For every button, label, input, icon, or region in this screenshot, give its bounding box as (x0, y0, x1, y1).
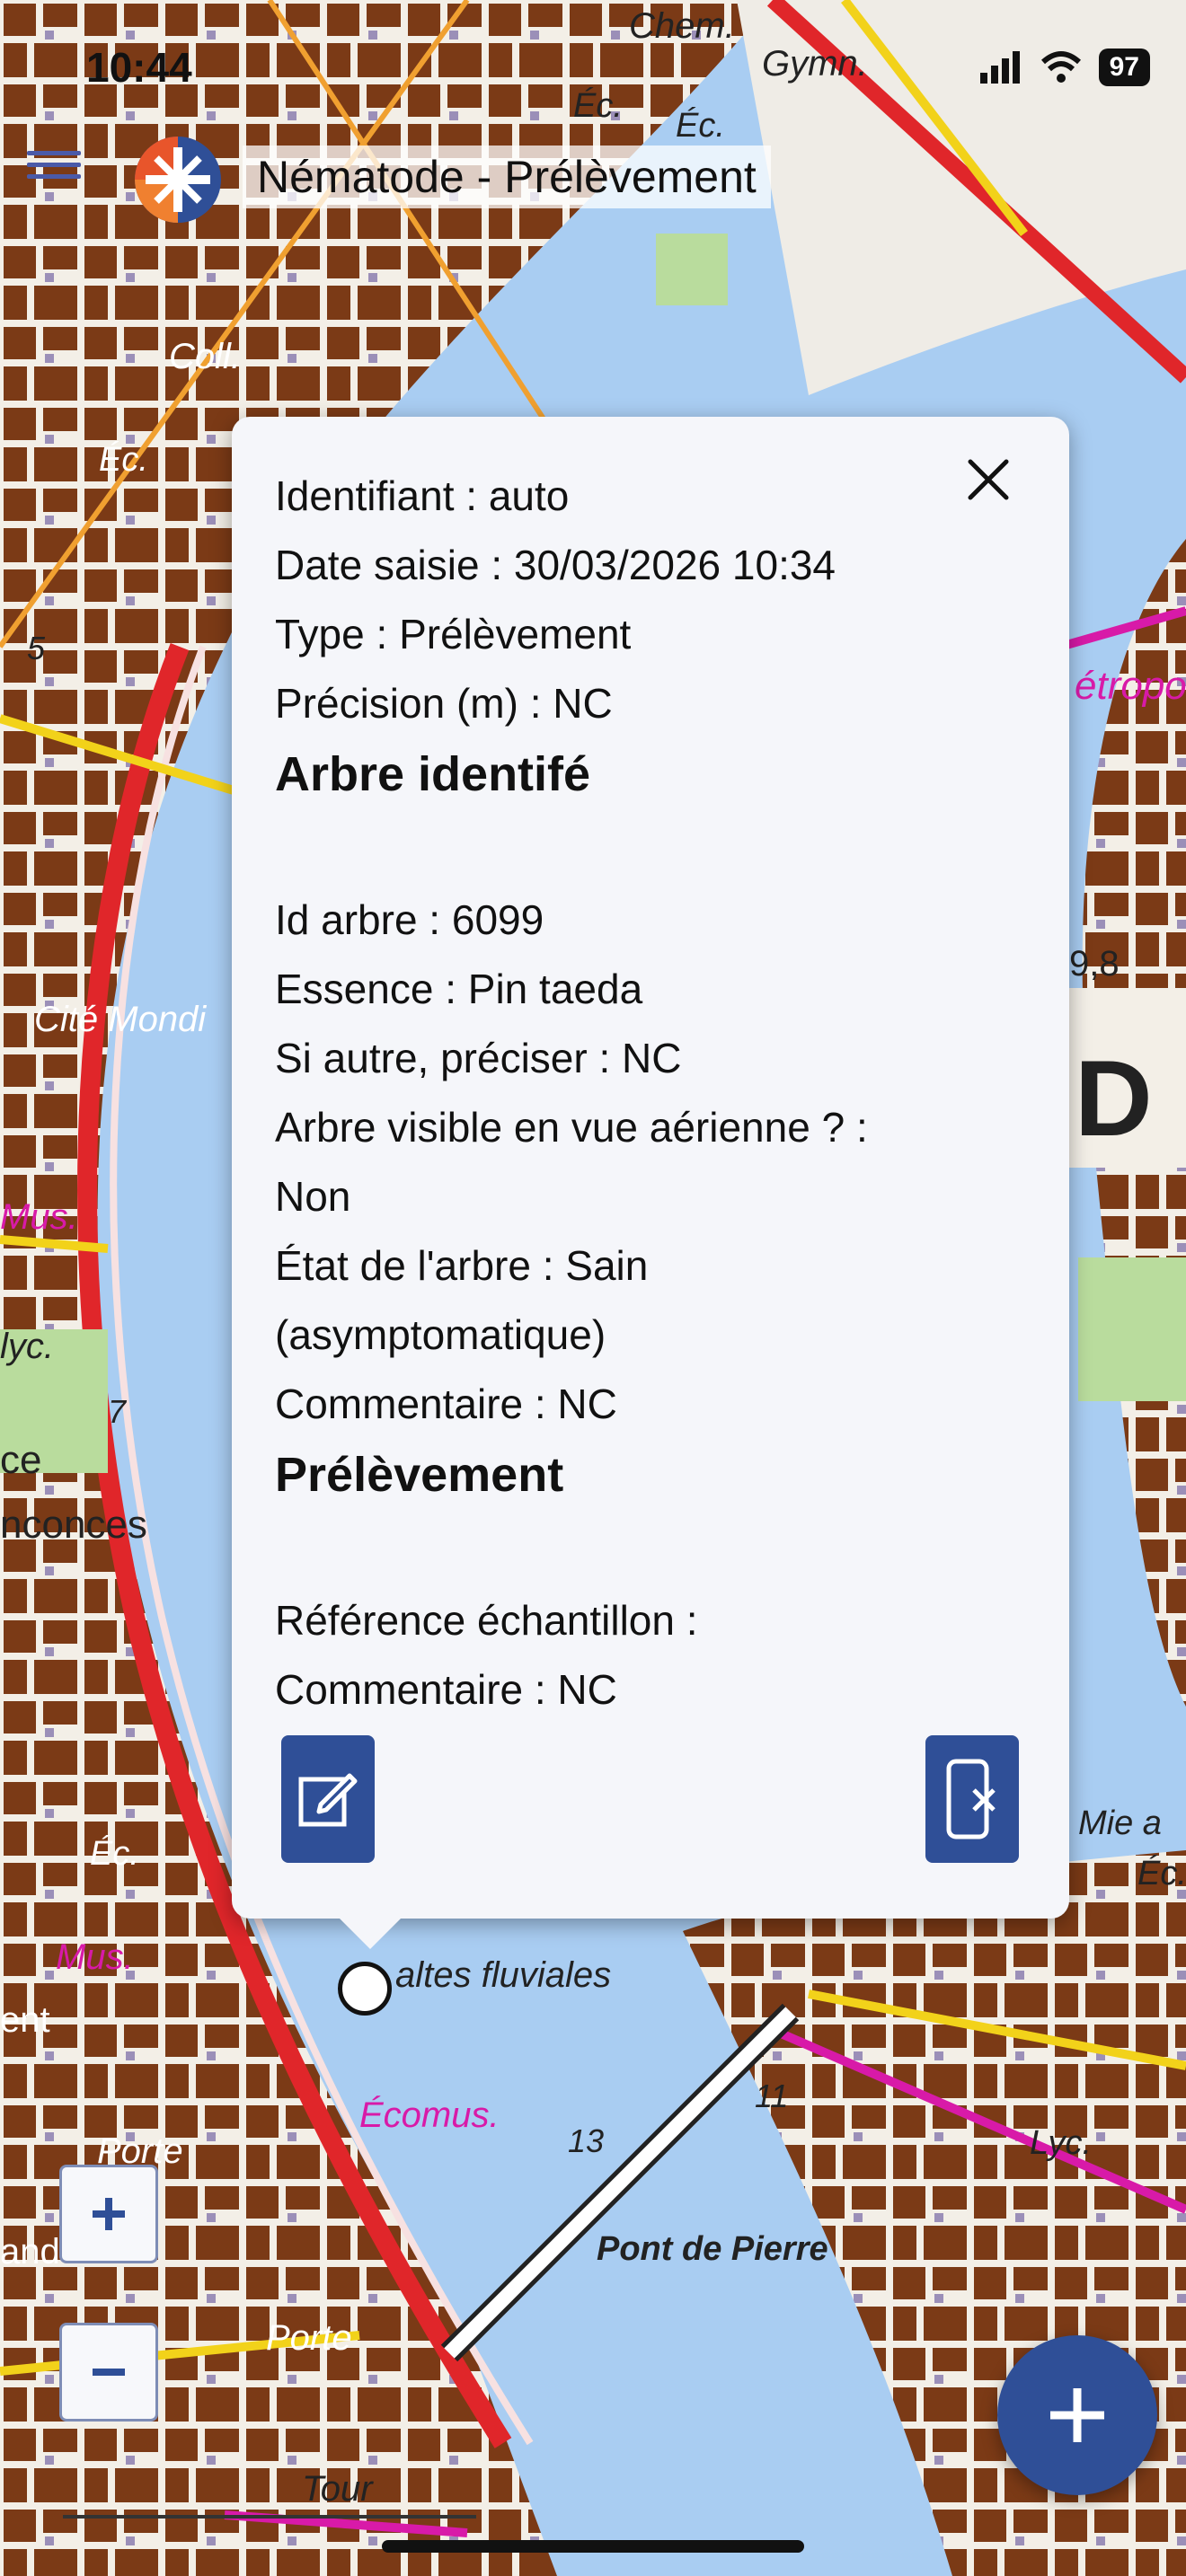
feature-popup: Identifiant : auto Date saisie : 30/03/2… (232, 417, 1069, 1919)
map-label: Mus. (56, 1937, 134, 1977)
field-etat-label: État de l'arbre : Sain (275, 1242, 649, 1289)
map-label: Chem. (629, 6, 735, 46)
field-precision: Précision (m) : NC (275, 680, 613, 727)
map-label: Coll. (169, 337, 241, 376)
popup-pointer (340, 1919, 401, 1949)
edit-button[interactable] (281, 1735, 375, 1863)
selected-point-marker[interactable] (338, 1962, 392, 2016)
map-label: nconces (0, 1503, 147, 1547)
phone-delete-icon (946, 1759, 996, 1839)
map-label: étropo (1075, 664, 1186, 708)
zoom-in-button[interactable] (59, 2165, 158, 2263)
map-label: Gymn. (762, 44, 868, 84)
map-label: ce (0, 1438, 41, 1482)
map-label: 9,8 (1069, 944, 1120, 984)
field-id-arbre: Id arbre : 6099 (275, 896, 544, 943)
map-label: Lyc. (1030, 2124, 1092, 2162)
section-title-prelevement: Prélèvement (275, 1448, 564, 1502)
plus-icon (1050, 2388, 1104, 2442)
status-time: 10:44 (86, 44, 192, 91)
map-label: 5 (27, 630, 46, 666)
field-visible-label: Arbre visible en vue aérienne ? : (275, 1104, 868, 1151)
map-label: Éc. (573, 86, 623, 125)
field-commentaire-arbre: Commentaire : NC (275, 1381, 617, 1427)
map-label: Éc. (1137, 1854, 1186, 1892)
map-label: Tour (302, 2469, 374, 2509)
field-visible-value: Non (275, 1173, 351, 1220)
plus-icon (93, 2198, 125, 2230)
field-etat-value: (asymptomatique) (275, 1311, 606, 1358)
field-reference: Référence échantillon : (275, 1597, 698, 1644)
edit-icon (298, 1773, 358, 1827)
map-label: Mie a (1078, 1804, 1162, 1842)
field-commentaire-prelevement: Commentaire : NC (275, 1666, 617, 1713)
popup-content: Identifiant : auto Date saisie : 30/03/2… (275, 462, 994, 1725)
add-button[interactable] (997, 2335, 1157, 2495)
map-label: lyc. (0, 1327, 54, 1366)
map-scale-bar (63, 2515, 476, 2519)
field-type: Type : Prélèvement (275, 611, 632, 657)
field-date: Date saisie : 30/03/2026 10:34 (275, 542, 836, 588)
home-indicator[interactable] (382, 2540, 804, 2553)
map-label: ent (0, 2000, 50, 2040)
map-label: altes fluviales (395, 1955, 611, 1995)
map-label: Pont de Pierre (597, 2230, 828, 2268)
map-label: Mus. (0, 1197, 78, 1237)
field-identifiant: Identifiant : auto (275, 472, 570, 519)
zoom-out-button[interactable] (59, 2323, 158, 2422)
signal-icon (979, 51, 1020, 84)
hamburger-icon (27, 151, 81, 155)
app-title: Nématode - Prélèvement (243, 146, 771, 208)
minus-icon (93, 2369, 125, 2376)
map-label: and (0, 2232, 60, 2272)
section-title-arbre: Arbre identifé (275, 747, 591, 801)
map-label: Éc. (676, 106, 725, 145)
map-label: Porte (266, 2318, 352, 2358)
field-si-autre: Si autre, préciser : NC (275, 1035, 682, 1081)
map-label: 11 (755, 2078, 788, 2114)
delete-local-button[interactable] (925, 1735, 1019, 1863)
battery-indicator: 97 (1098, 49, 1150, 86)
map-label: Éc. (90, 1834, 139, 1873)
wifi-icon (1040, 51, 1081, 83)
map-label: 7 (108, 1393, 128, 1430)
map-label: 13 (568, 2122, 604, 2159)
status-icons: 97 (978, 49, 1150, 86)
field-essence: Essence : Pin taeda (275, 966, 643, 1012)
app-logo (135, 137, 221, 223)
menu-button[interactable] (27, 144, 81, 187)
map-label: Cité Mondi (34, 1000, 207, 1039)
map-label: D (1075, 1038, 1153, 1159)
map-label: Écomus. (359, 2095, 500, 2135)
map-label: Éc. (99, 440, 148, 479)
